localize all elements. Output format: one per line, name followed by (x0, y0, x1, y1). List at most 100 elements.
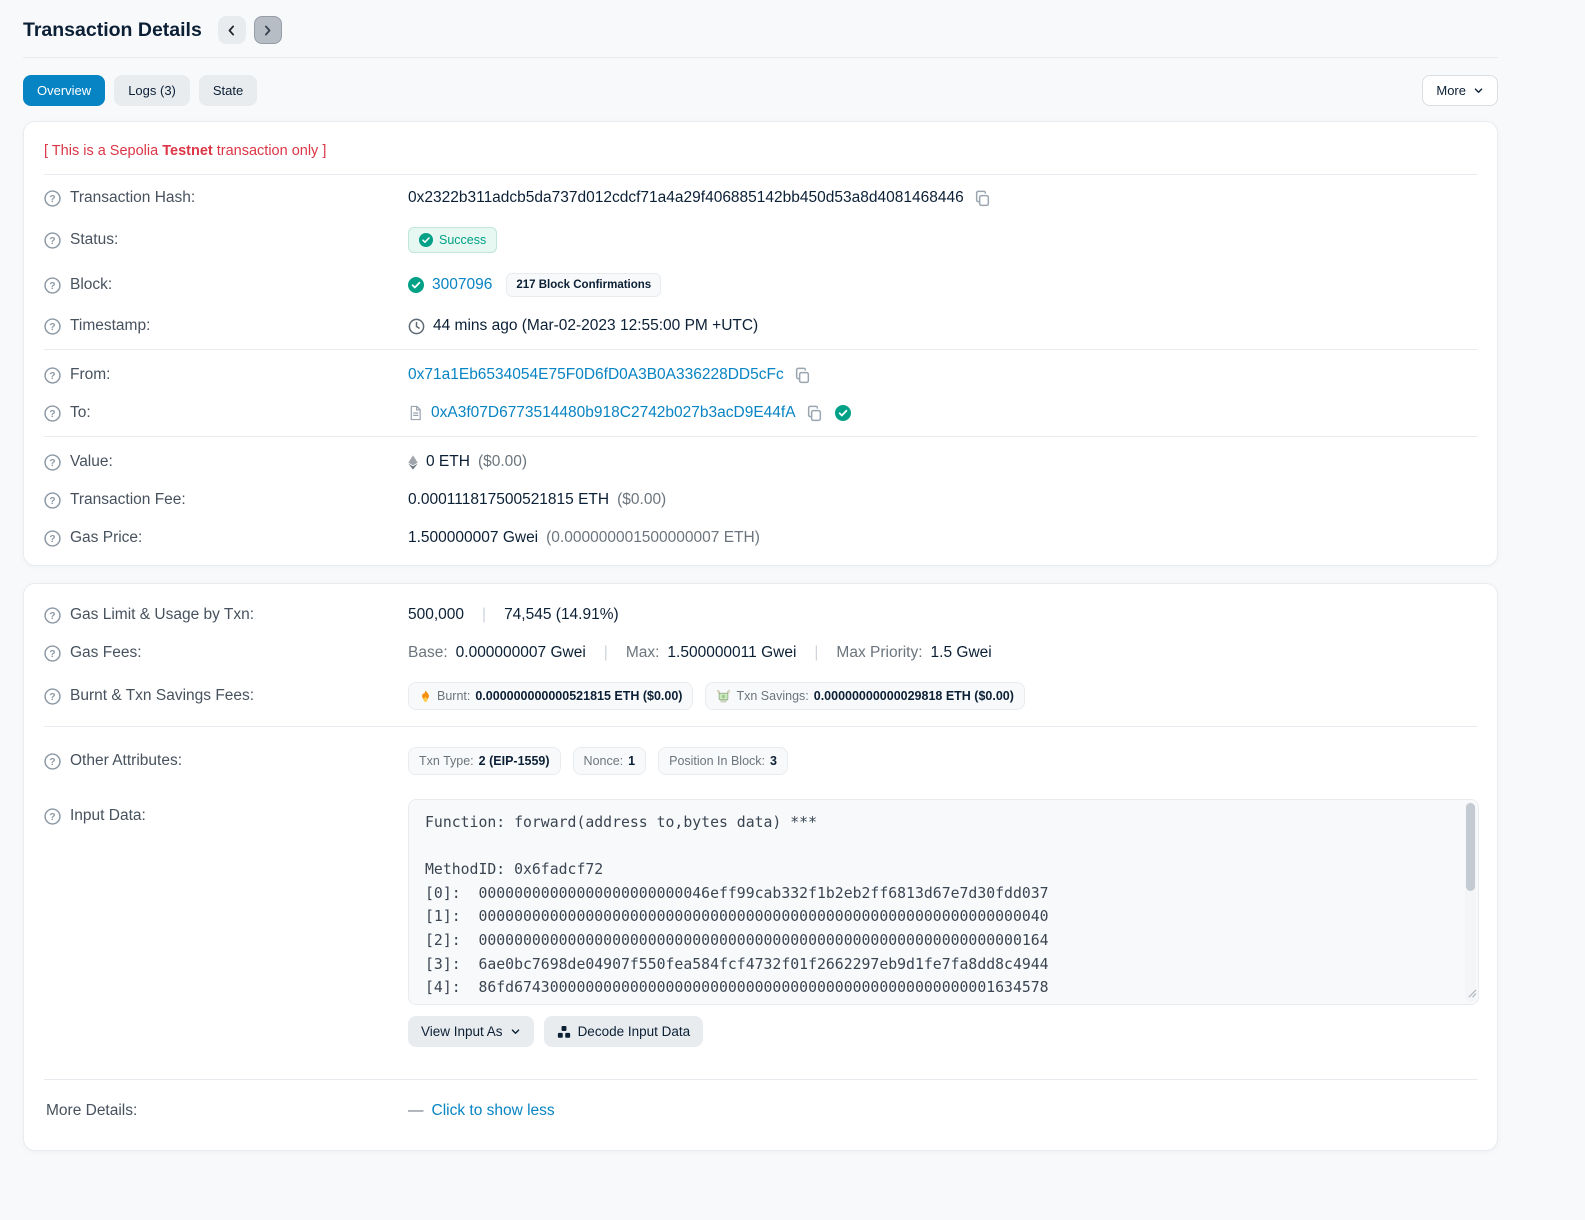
status-label: Status: (70, 231, 119, 248)
input-data-scrollbar-track[interactable] (1465, 802, 1476, 1002)
click-to-show-less-link[interactable]: Click to show less (432, 1102, 555, 1120)
page: Transaction Details Overview Logs (3) St… (0, 0, 1539, 1151)
help-icon[interactable]: ? (44, 752, 61, 770)
view-input-as-button[interactable]: View Input As (408, 1016, 534, 1047)
row-transaction-hash: ? Transaction Hash: 0x2322b311adcb5da737… (44, 183, 1477, 217)
separator: | (482, 606, 487, 623)
input-data-label: Input Data: (70, 807, 146, 824)
timestamp-label: Timestamp: (70, 317, 151, 334)
copy-icon[interactable] (794, 367, 811, 384)
help-icon[interactable]: ? (44, 807, 61, 825)
gas-price-amount: 1.500000007 Gwei (408, 529, 539, 546)
input-data-textarea[interactable]: Function: forward(address to,bytes data)… (408, 799, 1479, 1005)
help-icon[interactable]: ? (44, 453, 61, 471)
divider (44, 349, 1477, 350)
tab-state[interactable]: State (198, 75, 258, 106)
row-more-details: More Details: — Click to show less (44, 1080, 1477, 1146)
check-circle-icon (419, 233, 433, 247)
separator: | (814, 644, 819, 661)
copy-icon[interactable] (974, 190, 991, 207)
gas-fees-label: Gas Fees: (70, 644, 142, 661)
gas-price-eth-equivalent: (0.000000001500000007 ETH) (546, 529, 760, 546)
divider (44, 174, 1477, 175)
overview-card: [ This is a Sepolia Testnet transaction … (23, 121, 1498, 566)
testnet-notice-suffix: transaction only ] (212, 143, 327, 159)
help-icon[interactable]: ? (44, 366, 61, 384)
ethereum-icon (408, 454, 418, 470)
view-input-as-label: View Input As (421, 1024, 503, 1039)
previous-transaction-button[interactable] (217, 16, 246, 44)
svg-text:?: ? (49, 281, 55, 292)
help-icon[interactable]: ? (44, 276, 61, 294)
from-address-link[interactable]: 0x71a1Eb6534054E75F0D6fD0A3B0A336228DD5c… (408, 366, 784, 384)
help-icon[interactable]: ? (44, 644, 61, 662)
gas-limit-value: 500,000 (408, 606, 465, 623)
gas-limit-usage-label: Gas Limit & Usage by Txn: (70, 606, 255, 623)
testnet-notice-prefix: [ This is a Sepolia (44, 143, 163, 159)
money-with-wings-icon (716, 689, 731, 703)
gas-fees-max-label: Max: (625, 644, 660, 661)
row-block: ? Block: 3007096 217 Block Confirmations (44, 263, 1477, 307)
help-icon[interactable]: ? (44, 529, 61, 547)
show-less-dash: — (408, 1102, 424, 1119)
chevron-down-icon (510, 1026, 521, 1037)
next-transaction-button[interactable] (253, 16, 282, 44)
row-gas-limit-usage: ? Gas Limit & Usage by Txn: 500,000 | 74… (44, 596, 1477, 634)
row-gas-price: ? Gas Price: 1.500000007 Gwei (0.0000000… (44, 519, 1477, 565)
nonce-label: Nonce: (583, 754, 624, 768)
input-data-container: Function: forward(address to,bytes data)… (408, 799, 1479, 1005)
tab-logs[interactable]: Logs (3) (114, 75, 190, 106)
help-icon[interactable]: ? (44, 491, 61, 509)
page-header: Transaction Details (23, 0, 1498, 57)
txn-savings-badge: Txn Savings: 0.00000000000029818 ETH ($0… (705, 682, 1025, 710)
help-icon[interactable]: ? (44, 404, 61, 422)
details-card: ? Gas Limit & Usage by Txn: 500,000 | 74… (23, 583, 1498, 1151)
burnt-savings-label: Burnt & Txn Savings Fees: (70, 687, 255, 704)
status-badge: Success (408, 227, 498, 253)
row-other-attributes: ? Other Attributes: Txn Type: 2 (EIP-155… (44, 737, 1477, 785)
txn-savings-value: 0.00000000000029818 ETH ($0.00) (813, 689, 1014, 703)
nonce-value: 1 (628, 754, 636, 768)
help-icon[interactable]: ? (44, 606, 61, 624)
row-to: ? To: 0xA3f07D6773514480b918C2742b027b3a… (44, 394, 1477, 436)
block-label: Block: (70, 276, 113, 293)
svg-text:?: ? (49, 812, 55, 823)
gas-fees-max-priority-label: Max Priority: (836, 644, 923, 661)
to-label: To: (70, 404, 91, 421)
check-circle-icon (408, 277, 424, 293)
more-details-label: More Details: (46, 1102, 138, 1119)
svg-text:?: ? (49, 534, 55, 545)
help-icon[interactable]: ? (44, 687, 61, 705)
page-title: Transaction Details (23, 18, 202, 41)
to-address-link[interactable]: 0xA3f07D6773514480b918C2742b027b3acD9E44… (431, 404, 796, 422)
clock-icon (408, 318, 425, 335)
resize-handle-icon[interactable] (1468, 985, 1477, 1003)
svg-text:?: ? (49, 236, 55, 247)
position-in-block-value: 3 (770, 754, 777, 768)
block-number-link[interactable]: 3007096 (432, 276, 492, 294)
svg-text:?: ? (49, 371, 55, 382)
chevron-right-icon (261, 24, 274, 37)
txn-type-value: 2 (EIP-1559) (478, 754, 550, 768)
nonce-badge: Nonce: 1 (572, 747, 647, 775)
from-label: From: (70, 366, 111, 383)
row-input-data: ? Input Data: Function: forward(address … (44, 785, 1479, 1057)
more-dropdown-button[interactable]: More (1422, 75, 1498, 106)
copy-icon[interactable] (806, 405, 823, 422)
tab-overview[interactable]: Overview (23, 75, 106, 106)
timestamp-value: 44 mins ago (Mar-02-2023 12:55:00 PM +UT… (433, 317, 759, 334)
help-icon[interactable]: ? (44, 189, 61, 207)
svg-text:?: ? (49, 692, 55, 703)
testnet-notice: [ This is a Sepolia Testnet transaction … (44, 122, 1477, 174)
verified-check-circle-icon (834, 405, 851, 421)
help-icon[interactable]: ? (44, 231, 61, 249)
gas-usage-value: 74,545 (14.91%) (504, 606, 619, 623)
tab-bar: Overview Logs (3) State More (23, 58, 1498, 121)
input-data-scrollbar-thumb[interactable] (1466, 803, 1475, 891)
svg-text:?: ? (49, 322, 55, 333)
decode-input-data-button[interactable]: Decode Input Data (543, 1016, 704, 1047)
svg-text:?: ? (49, 194, 55, 205)
status-badge-text: Success (439, 233, 487, 247)
gas-fees-base-label: Base: (408, 644, 448, 661)
help-icon[interactable]: ? (44, 317, 61, 335)
